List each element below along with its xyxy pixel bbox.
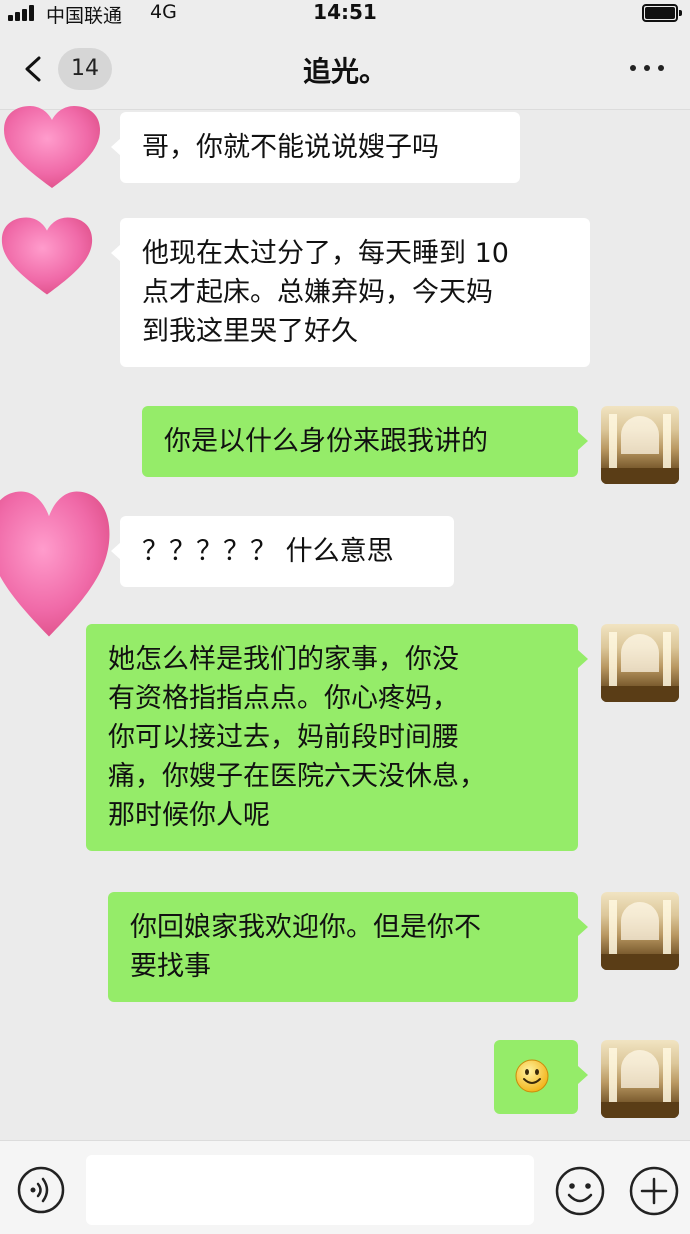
voice-icon[interactable] bbox=[16, 1165, 66, 1215]
contact-avatar-heart-icon[interactable] bbox=[2, 104, 102, 190]
input-bar bbox=[0, 1140, 690, 1234]
more-options-button[interactable] bbox=[630, 58, 666, 78]
battery-icon bbox=[642, 4, 682, 22]
message-bubble-incoming[interactable]: ？？？？？ 什么意思 bbox=[111, 516, 454, 587]
contact-avatar-heart-icon[interactable] bbox=[0, 214, 94, 298]
contact-avatar-heart-icon[interactable] bbox=[0, 488, 112, 640]
plus-icon[interactable] bbox=[628, 1165, 680, 1217]
message-bubble-incoming[interactable]: 哥，你就不能说说嫂子吗 bbox=[111, 112, 520, 183]
smiley-face-icon bbox=[515, 1059, 549, 1093]
message-bubble-outgoing[interactable]: 你回娘家我欢迎你。但是你不 要找事 bbox=[108, 892, 588, 1002]
self-avatar-image[interactable] bbox=[601, 624, 679, 702]
message-input[interactable] bbox=[86, 1155, 534, 1225]
status-time: 14:51 bbox=[313, 0, 377, 24]
self-avatar-image[interactable] bbox=[601, 406, 679, 484]
chat-message-list[interactable]: 哥，你就不能说说嫂子吗 他现在太过分了，每天睡到 10 点才起床。总嫌弃妈，今天… bbox=[0, 106, 690, 1140]
self-avatar-image[interactable] bbox=[601, 1040, 679, 1118]
message-bubble-outgoing-emoji[interactable] bbox=[494, 1040, 588, 1114]
emoji-icon[interactable] bbox=[554, 1165, 606, 1217]
message-bubble-incoming[interactable]: 他现在太过分了，每天睡到 10 点才起床。总嫌弃妈，今天妈 到我这里哭了好久 bbox=[111, 218, 590, 367]
chat-title: 追光。 bbox=[302, 55, 387, 88]
self-avatar-image[interactable] bbox=[601, 892, 679, 970]
message-bubble-outgoing[interactable]: 她怎么样是我们的家事，你没 有资格指指点点。你心疼妈， 你可以接过去，妈前段时间… bbox=[86, 624, 588, 851]
message-bubble-outgoing[interactable]: 你是以什么身份来跟我讲的 bbox=[142, 406, 588, 477]
status-bar: 中国联通 4G 14:51 bbox=[0, 0, 690, 28]
nav-bar: 14 追光。 bbox=[0, 28, 690, 110]
